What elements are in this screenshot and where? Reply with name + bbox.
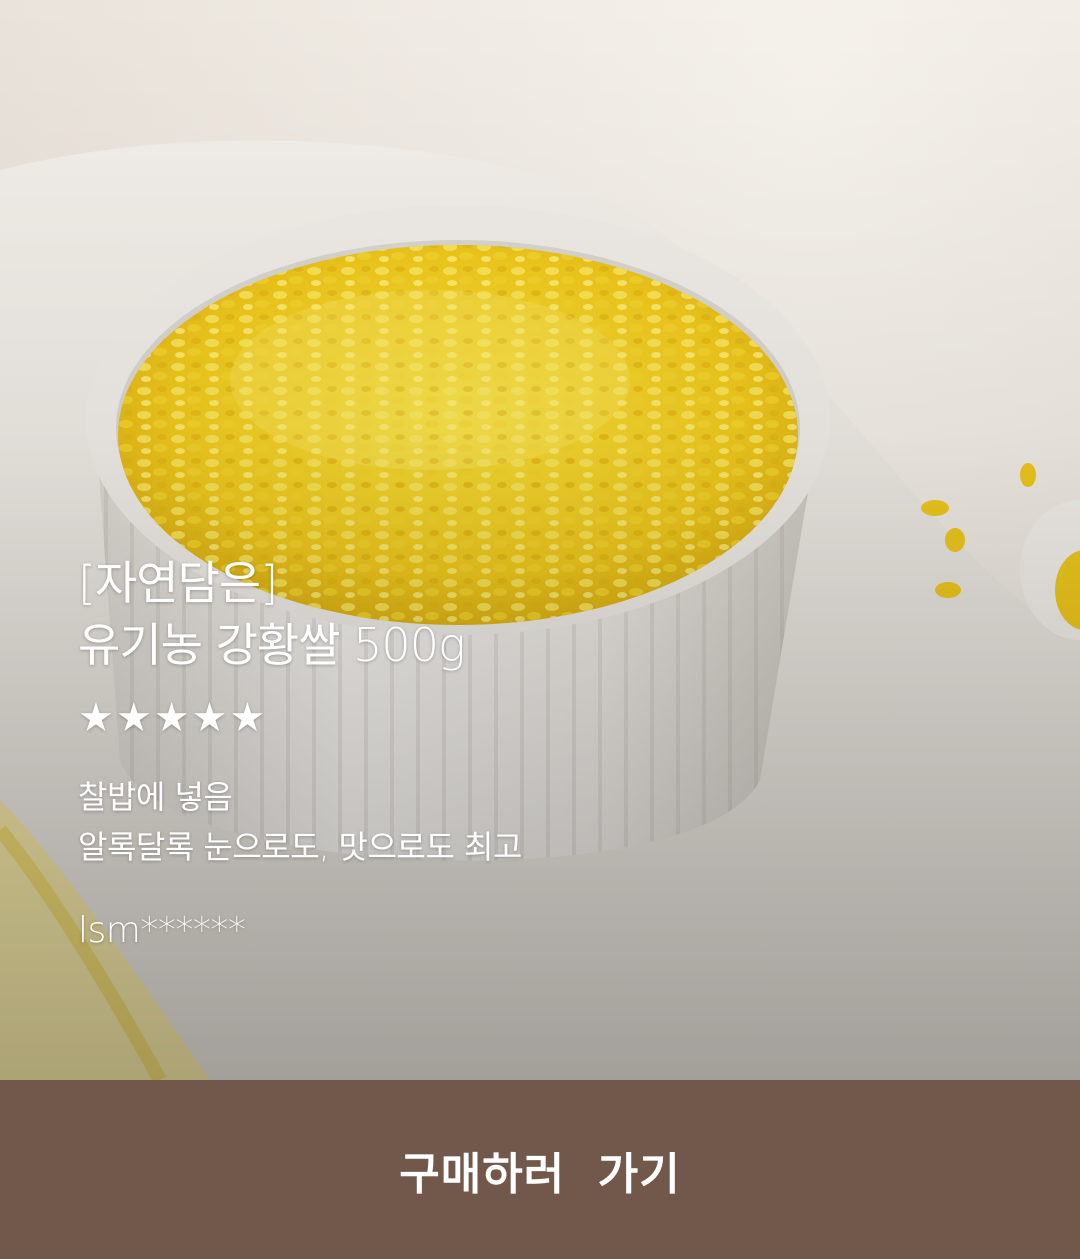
star-icon: ★ [115,695,152,741]
review-line: 알록달록 눈으로도, 맛으로도 최고 [78,828,522,866]
star-icon: ★ [191,695,228,741]
buy-button[interactable]: 구매하러 가기 [0,1080,1080,1259]
review-overlay: [자연담은] 유기농 강황쌀 500g ★ ★ ★ ★ ★ 찰밥에 넣음 알록달… [78,552,978,951]
review-card: [자연담은] 유기농 강황쌀 500g ★ ★ ★ ★ ★ 찰밥에 넣음 알록달… [0,0,1080,1259]
brand-name: [자연담은] [78,556,278,610]
buy-button-label: 구매하러 가기 [399,1148,681,1200]
star-icon: ★ [78,695,114,741]
star-icon: ★ [229,695,266,741]
star-icon: ★ [153,695,190,741]
star-rating: ★ ★ ★ ★ ★ [78,694,978,742]
review-line: 찰밥에 넣음 [78,778,233,816]
product-title: 유기농 강황쌀 500g [78,618,466,672]
review-text: 찰밥에 넣음 알록달록 눈으로도, 맛으로도 최고 [78,772,978,872]
review-author: lsm****** [78,910,246,951]
